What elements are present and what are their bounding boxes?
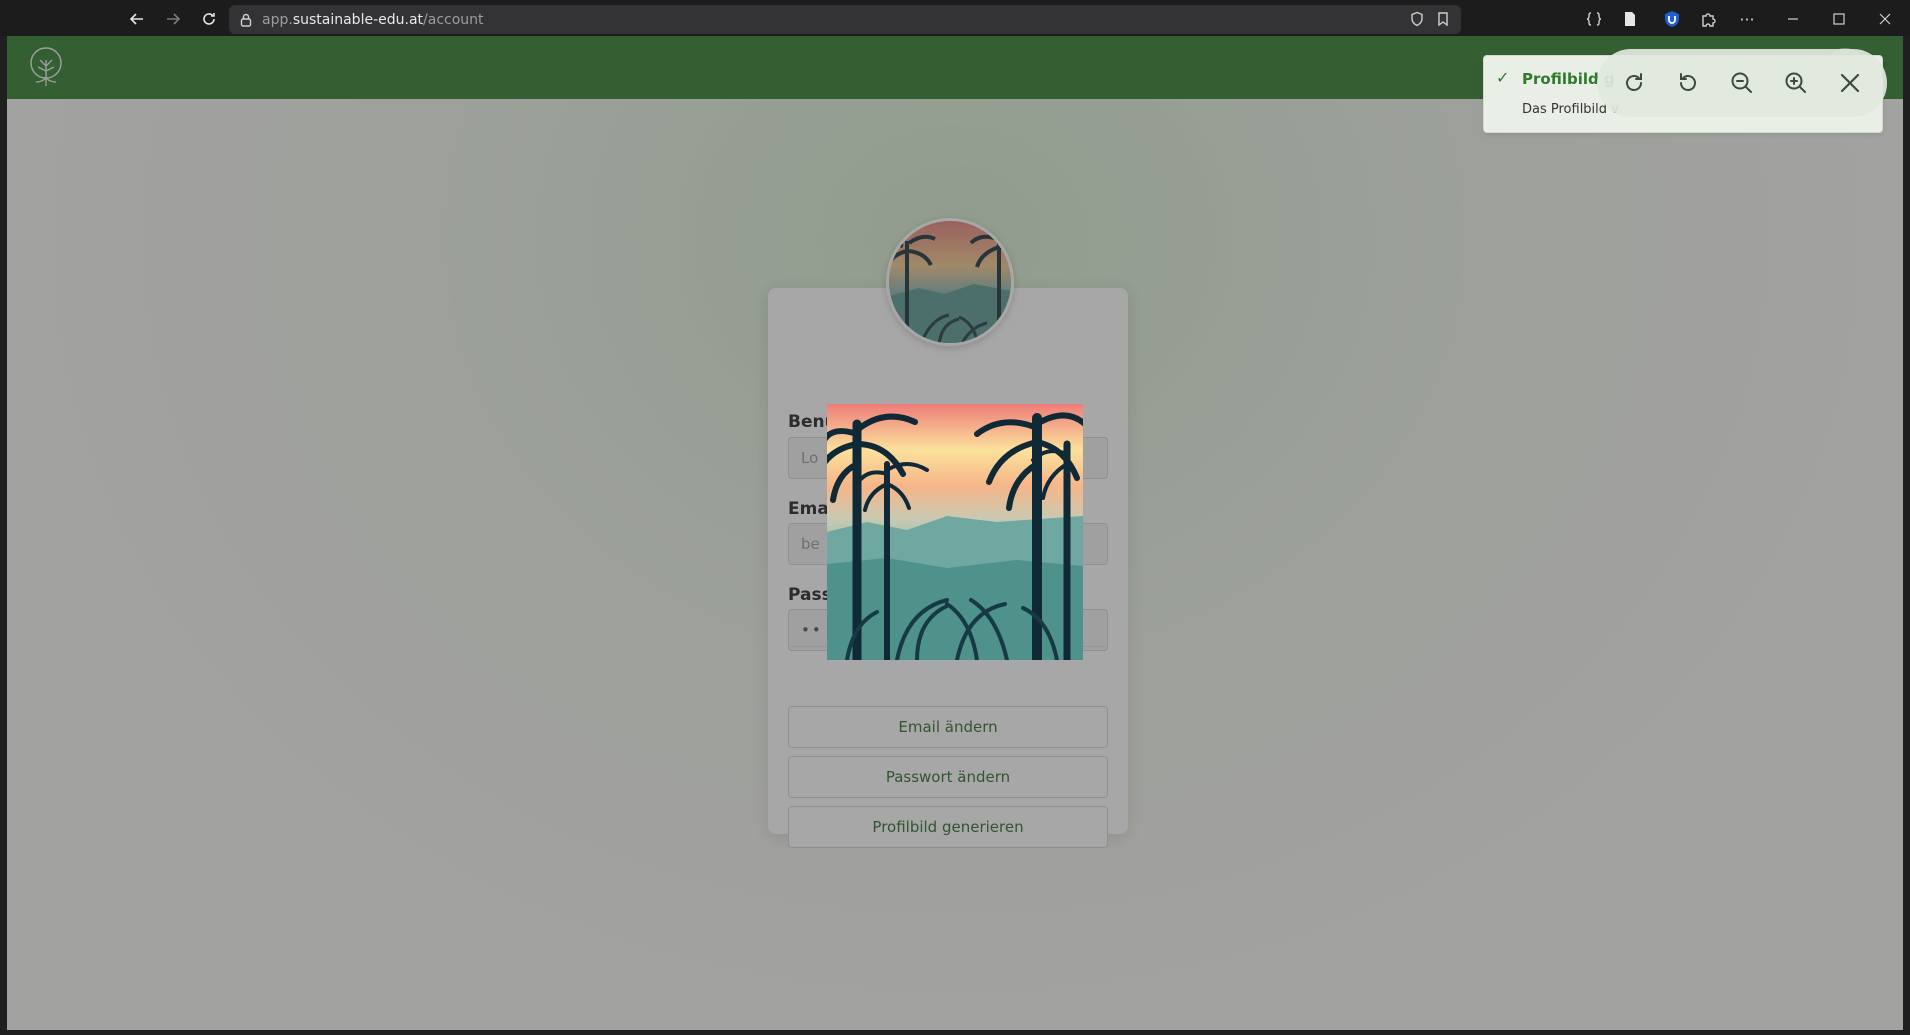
address-bar[interactable]: app. sustainable-edu.at/account [229,5,1461,34]
image-preview[interactable] [827,404,1083,660]
bookmark-icon[interactable] [1435,11,1451,31]
maximize-icon[interactable] [1824,6,1854,32]
devtools-icon[interactable] [1582,7,1606,31]
zoom-in-icon[interactable] [1776,63,1816,103]
document-icon[interactable] [1618,7,1642,31]
reload-icon[interactable] [196,6,222,32]
forward-icon[interactable] [160,6,186,32]
rotate-left-icon[interactable] [1668,63,1708,103]
url-path: /account [423,11,484,28]
check-icon: ✓ [1496,68,1510,87]
more-menu-icon[interactable]: ··· [1735,7,1759,31]
image-viewer-toolbar [1597,49,1887,117]
window-close-icon[interactable] [1870,6,1900,32]
url-prefix: app. [262,11,293,28]
puzzle-icon[interactable] [1696,7,1720,31]
minimize-icon[interactable] [1778,6,1808,32]
rotate-right-icon[interactable] [1614,63,1654,103]
url-host: sustainable-edu.at [292,11,424,28]
lock-icon [239,13,253,27]
back-icon[interactable] [124,6,150,32]
zoom-out-icon[interactable] [1722,63,1762,103]
close-icon[interactable] [1830,63,1870,103]
browser-chrome: app. sustainable-edu.at/account ··· [0,0,1910,36]
extension-badge-icon[interactable] [1660,7,1684,31]
shield-icon[interactable] [1409,11,1425,31]
